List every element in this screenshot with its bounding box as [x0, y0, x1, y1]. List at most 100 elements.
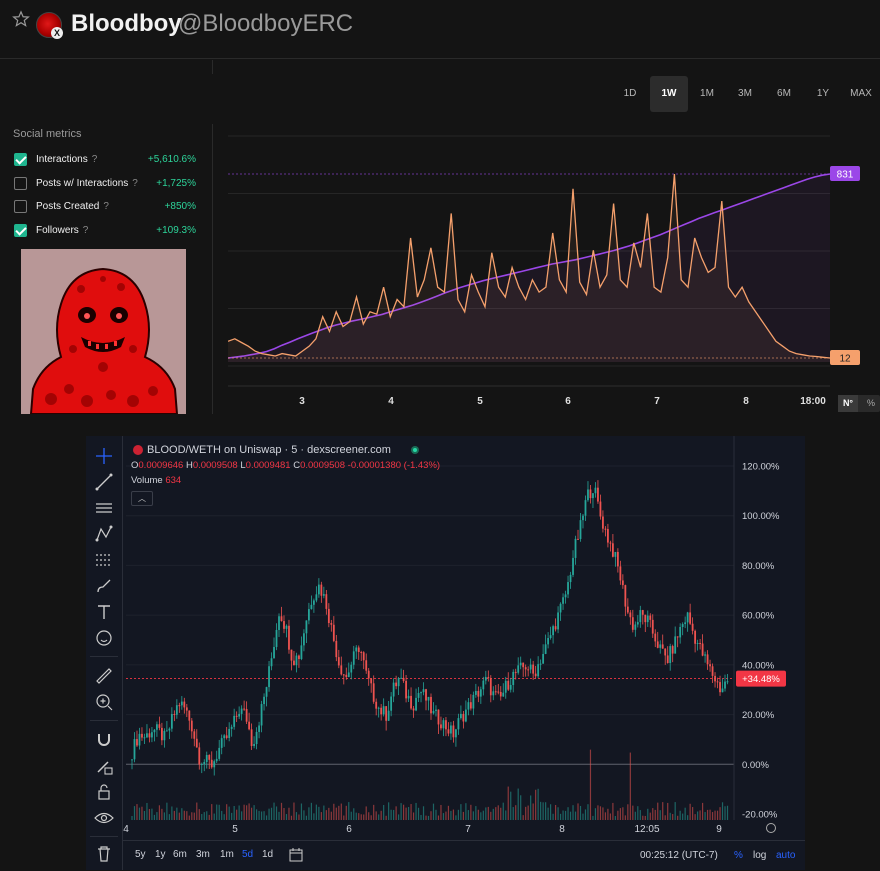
candle-body: [365, 660, 368, 671]
lock-drawing-icon[interactable]: [92, 754, 116, 778]
candle-body: [599, 501, 602, 517]
candle-body: [133, 739, 136, 760]
timeframe-1d[interactable]: 1d: [262, 849, 273, 860]
auto-scale-toggle[interactable]: auto: [776, 850, 795, 861]
volume-bar: [659, 810, 661, 820]
crosshair-tool-icon[interactable]: [92, 444, 116, 468]
volume-bar: [634, 811, 636, 820]
horizontal-lines-tool-icon[interactable]: [92, 496, 116, 520]
volume-bar: [161, 808, 163, 820]
help-icon[interactable]: ?: [83, 225, 89, 236]
volume-bar: [654, 809, 656, 820]
percent-toggle[interactable]: %: [862, 395, 880, 412]
volume-bar: [644, 815, 646, 820]
ruler-tool-icon[interactable]: [92, 664, 116, 688]
volume-bar: [383, 805, 385, 820]
candle-body: [519, 662, 522, 666]
candle-body: [337, 657, 340, 666]
settings-gear-icon[interactable]: [766, 823, 776, 833]
volume-bar: [373, 804, 375, 820]
volume-bar: [375, 811, 377, 820]
range-1m[interactable]: 1M: [688, 76, 726, 112]
help-icon[interactable]: ?: [92, 154, 98, 165]
volume-bar: [492, 808, 494, 820]
candle-body: [629, 612, 632, 618]
timeframe-6m[interactable]: 6m: [173, 849, 187, 860]
end-label: 831: [837, 170, 854, 181]
end-label: 12: [839, 354, 851, 365]
collapse-legend-button[interactable]: ︿: [131, 491, 153, 506]
count-toggle[interactable]: N°: [838, 395, 858, 412]
date-range-icon[interactable]: [289, 848, 303, 862]
metric-value: +1,725%: [156, 178, 196, 189]
chart-grid: [126, 436, 735, 820]
volume-bar: [726, 805, 729, 820]
magnet-icon[interactable]: [92, 728, 116, 752]
checkbox-posts-with-interactions[interactable]: [14, 177, 27, 190]
volume-bar: [251, 807, 253, 820]
candle-body: [624, 585, 627, 607]
timeframe-1y[interactable]: 1y: [155, 849, 166, 860]
trend-line-tool-icon[interactable]: [92, 470, 116, 494]
range-max[interactable]: MAX: [842, 76, 880, 112]
metric-value: +5,610.6%: [147, 154, 196, 165]
candle-body: [315, 594, 318, 601]
volume-bar: [365, 806, 367, 820]
candle-body: [210, 759, 213, 768]
volume-bar: [435, 809, 437, 820]
candlestick-chart[interactable]: 120.00%100.00%80.00%60.00%40.00%20.00%0.…: [122, 436, 805, 840]
favorite-star-icon[interactable]: [12, 10, 30, 28]
candle-body: [170, 714, 173, 729]
checkbox-followers[interactable]: [14, 224, 27, 237]
help-icon[interactable]: ?: [103, 201, 109, 212]
profile-handle[interactable]: @BloodboyERC: [178, 10, 353, 38]
checkbox-interactions[interactable]: [14, 153, 27, 166]
timeframe-5d[interactable]: 5d: [242, 849, 253, 860]
volume-bar: [602, 807, 604, 820]
volume-bar: [158, 805, 161, 820]
range-3m[interactable]: 3M: [726, 76, 764, 112]
volume-bar: [711, 812, 714, 820]
volume-bar: [701, 802, 704, 820]
candle-body: [527, 669, 530, 671]
visibility-icon[interactable]: [92, 806, 116, 830]
candle-body: [474, 690, 477, 695]
metric-posts-created[interactable]: Posts Created? +850%: [14, 198, 196, 218]
y-tick-label: 100.00%: [742, 511, 780, 522]
checkbox-posts-created[interactable]: [14, 200, 27, 213]
timeframe-1m[interactable]: 1m: [220, 849, 234, 860]
trash-icon[interactable]: [92, 842, 116, 866]
unit-toggle[interactable]: N° %: [838, 395, 880, 412]
timeframe-5y[interactable]: 5y: [135, 849, 146, 860]
text-tool-icon[interactable]: [92, 600, 116, 624]
range-6m[interactable]: 6M: [765, 76, 803, 112]
candle-body: [504, 680, 507, 693]
log-scale-toggle[interactable]: log: [753, 850, 766, 861]
range-1y[interactable]: 1Y: [804, 76, 842, 112]
x-logo-icon: X: [51, 27, 63, 39]
range-1w[interactable]: 1W: [650, 76, 688, 112]
volume-bar: [487, 806, 489, 820]
range-1d[interactable]: 1D: [611, 76, 649, 112]
candle-body: [412, 708, 415, 711]
unlock-icon[interactable]: [92, 780, 116, 804]
metric-followers[interactable]: Followers? +109.3%: [14, 222, 196, 242]
candle-body: [345, 674, 348, 678]
help-icon[interactable]: ?: [132, 178, 138, 189]
candle-body: [330, 623, 333, 625]
candle-body: [290, 649, 293, 661]
metric-interactions[interactable]: Interactions? +5,610.6%: [14, 151, 196, 171]
zoom-in-icon[interactable]: [92, 690, 116, 714]
pattern-tool-icon[interactable]: [92, 522, 116, 546]
volume-bar: [430, 811, 432, 820]
emoji-tool-icon[interactable]: [92, 626, 116, 650]
brush-tool-icon[interactable]: [92, 574, 116, 598]
candle-body: [265, 687, 268, 697]
timeframe-3m[interactable]: 3m: [196, 849, 210, 860]
metric-posts-with-interactions[interactable]: Posts w/ Interactions? +1,725%: [14, 175, 196, 195]
social-metrics-chart[interactable]: 3 4 5 6 7 8 18:00 831 12: [228, 122, 880, 412]
percent-scale-toggle[interactable]: %: [734, 850, 743, 861]
candle-body: [148, 733, 151, 738]
fib-tool-icon[interactable]: [92, 548, 116, 572]
candle-body: [415, 697, 417, 711]
